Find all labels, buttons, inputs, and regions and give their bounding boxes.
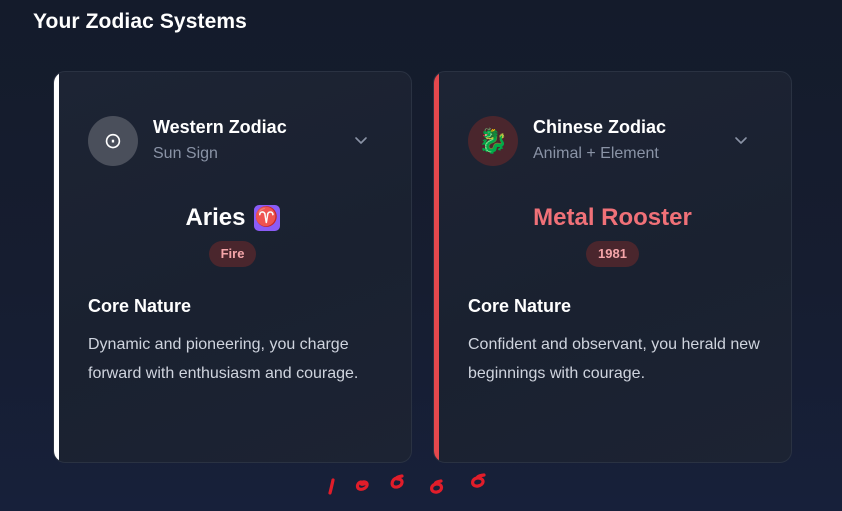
system-subtitle: Animal + Element (533, 145, 659, 162)
western-zodiac-card[interactable]: ⊙ Western Zodiac Sun Sign Aries ♈ Fire C… (53, 71, 412, 463)
chevron-down-icon[interactable] (733, 132, 749, 148)
system-name: Western Zodiac (153, 117, 287, 137)
sign-name: Metal Rooster (533, 202, 692, 234)
element-badge: Fire (208, 241, 257, 267)
system-name: Chinese Zodiac (533, 117, 667, 137)
dragon-icon: 🐉 (468, 116, 518, 166)
system-subtitle: Sun Sign (153, 145, 218, 162)
core-nature-title: Core Nature (88, 296, 192, 316)
card-header-text: Western Zodiac Sun Sign (153, 116, 287, 164)
core-nature-text: Dynamic and pioneering, you charge forwa… (88, 336, 359, 382)
aries-symbol-icon: ♈ (253, 205, 280, 231)
core-nature-text: Confident and observant, you herald new … (468, 336, 760, 382)
sign-block: Aries ♈ Fire (54, 202, 411, 267)
chevron-down-icon[interactable] (353, 132, 369, 148)
chinese-zodiac-card[interactable]: 🐉 Chinese Zodiac Animal + Element Metal … (433, 71, 792, 463)
section-title: Your Zodiac Systems (33, 10, 247, 33)
card-header-text: Chinese Zodiac Animal + Element (533, 116, 666, 164)
sign-block: Metal Rooster 1981 (434, 202, 791, 267)
sign-name: Aries ♈ (185, 202, 280, 234)
card-accent-bar (434, 72, 439, 462)
sign-name-text: Aries (185, 204, 246, 231)
year-badge: 1981 (586, 241, 639, 267)
red-scribble-annotation (328, 473, 486, 495)
core-nature-title: Core Nature (468, 296, 572, 316)
card-header[interactable]: 🐉 Chinese Zodiac Animal + Element (468, 116, 757, 168)
card-header[interactable]: ⊙ Western Zodiac Sun Sign (88, 116, 377, 168)
card-accent-bar (54, 72, 59, 462)
sun-icon: ⊙ (88, 116, 138, 166)
sign-name-text: Metal Rooster (533, 204, 692, 231)
